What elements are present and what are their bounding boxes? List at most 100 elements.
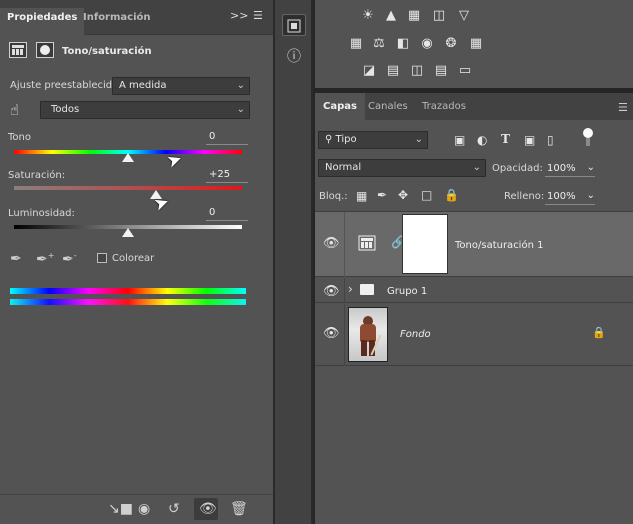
layer-row-hue-saturation[interactable]: 👁 🔗 Tono/saturación 1	[315, 212, 633, 277]
lock-all-icon[interactable]: 🔒	[444, 188, 459, 202]
fill-value: 100%	[547, 191, 576, 202]
blend-mode-dropdown[interactable]: Normal ⌄	[318, 159, 486, 177]
posterize-icon[interactable]: ▤	[385, 64, 401, 78]
lightness-value-field[interactable]: 0	[206, 207, 248, 221]
saturation-label: Saturación:	[8, 170, 66, 181]
panel-dock-strip: ⓘ	[273, 0, 313, 524]
lock-transparent-pixels-icon[interactable]: ▦	[356, 189, 367, 203]
lock-label: Bloq.:	[319, 191, 348, 202]
gradient-map-icon[interactable]: ▭	[457, 64, 473, 78]
threshold-icon[interactable]: ◫	[409, 64, 425, 78]
view-previous-state-icon[interactable]: ◉	[138, 501, 150, 517]
preset-dropdown[interactable]: A medida ⌄	[112, 77, 250, 95]
hue-label: Tono	[8, 132, 31, 143]
folder-icon	[360, 284, 374, 295]
layer-thumbnail[interactable]	[348, 307, 388, 362]
blend-mode-value: Normal	[325, 162, 362, 173]
layer-row-group[interactable]: 👁 › Grupo 1	[315, 278, 633, 303]
panel-menu-icon[interactable]: ☰	[253, 9, 263, 22]
tab-layers[interactable]: Capas	[315, 93, 365, 120]
filter-shape-icon[interactable]: ▣	[524, 133, 535, 147]
lightness-slider-handle[interactable]	[122, 228, 134, 237]
targeted-adjustment-hand-icon[interactable]: ☝	[10, 101, 19, 119]
clip-to-layer-icon[interactable]: ↘■	[108, 501, 133, 517]
exposure-icon[interactable]: ◫	[431, 9, 447, 23]
output-color-bar	[10, 299, 246, 305]
lightness-label: Luminosidad:	[8, 208, 75, 219]
properties-dock-icon[interactable]	[282, 14, 306, 36]
black-white-icon[interactable]: ◧	[395, 37, 411, 51]
layer-name[interactable]: Tono/saturación 1	[455, 240, 543, 251]
eye-icon[interactable]: 👁	[199, 501, 217, 517]
colorize-checkbox[interactable]	[97, 253, 107, 263]
layers-menu-icon[interactable]: ☰	[618, 101, 628, 114]
channel-mixer-icon[interactable]: ❂	[443, 37, 459, 51]
layer-name[interactable]: Grupo 1	[387, 286, 427, 297]
chevron-down-icon: ⌄	[236, 80, 245, 91]
levels-icon[interactable]: ▲	[383, 9, 399, 23]
tab-paths[interactable]: Trazados	[414, 93, 474, 120]
color-balance-icon[interactable]: ⚖	[371, 37, 387, 51]
layer-name[interactable]: Fondo	[400, 329, 431, 340]
chevron-down-icon: ⌄	[414, 134, 423, 145]
hue-saturation-icon[interactable]: ▦	[348, 37, 364, 51]
fill-field[interactable]: 100% ⌄	[545, 188, 595, 205]
color-lookup-icon[interactable]: ▦	[468, 37, 484, 51]
selective-color-icon[interactable]: ▤	[433, 64, 449, 78]
trash-icon[interactable]: 🗑	[230, 501, 248, 517]
eye-icon[interactable]: 👁	[323, 236, 340, 251]
filter-adjustment-icon[interactable]: ◐	[477, 133, 487, 147]
eyedropper-add-icon[interactable]: ✒+	[36, 251, 54, 268]
chevron-down-icon: ⌄	[472, 162, 481, 173]
adjustment-layer-icon[interactable]	[9, 42, 27, 58]
filter-type-icon[interactable]: T	[501, 132, 510, 146]
tab-information[interactable]: Información	[76, 8, 158, 35]
lock-image-pixels-icon[interactable]: ✒	[377, 188, 387, 202]
chevron-down-icon: ⌄	[586, 190, 595, 201]
hue-slider-handle[interactable]	[122, 153, 134, 162]
reset-icon[interactable]: ↺	[168, 501, 180, 517]
chevron-down-icon: ⌄	[236, 104, 245, 115]
adjustments-panel: ☀ ▲ ▦ ◫ ▽ ▦ ⚖ ◧ ◉ ❂ ▦ ◪ ▤ ◫ ▤ ▭	[315, 0, 633, 88]
divider	[344, 278, 345, 303]
layers-tab-bar: Capas Canales Trazados ☰	[315, 93, 633, 120]
filter-toggle-icon[interactable]	[583, 128, 593, 138]
layer-filter-dropdown[interactable]: ⚲ Tipo ⌄	[318, 131, 428, 149]
tab-properties[interactable]: Propiedades	[0, 8, 85, 35]
search-icon: ⚲	[325, 134, 333, 145]
eyedropper-subtract-icon[interactable]: ✒-	[62, 251, 77, 268]
channel-value: Todos	[51, 104, 80, 115]
divider	[344, 212, 345, 277]
vibrance-icon[interactable]: ▽	[456, 9, 472, 23]
filter-pixel-icon[interactable]: ▣	[454, 133, 465, 147]
properties-tab-bar: Propiedades Información >> ☰	[0, 0, 273, 35]
colorize-label: Colorear	[112, 253, 155, 264]
saturation-slider-track[interactable]	[14, 186, 242, 190]
layer-mask-icon[interactable]	[36, 42, 54, 58]
collapse-panel-icon[interactable]: >>	[230, 9, 248, 22]
brightness-contrast-icon[interactable]: ☀	[360, 9, 376, 23]
eye-icon[interactable]: 👁	[323, 284, 340, 299]
curves-icon[interactable]: ▦	[406, 9, 422, 23]
prevent-autonest-icon[interactable]: □	[421, 188, 432, 202]
channel-dropdown[interactable]: Todos ⌄	[40, 101, 250, 119]
opacity-field[interactable]: 100% ⌄	[545, 160, 595, 177]
preset-value: A medida	[119, 80, 167, 91]
layer-mask-thumbnail[interactable]	[402, 214, 448, 274]
filter-smart-object-icon[interactable]: ▯	[547, 133, 554, 147]
invert-icon[interactable]: ◪	[361, 64, 377, 78]
properties-panel: Propiedades Información >> ☰ Tono/satura…	[0, 0, 273, 524]
photo-filter-icon[interactable]: ◉	[419, 37, 435, 51]
fill-label: Relleno:	[504, 191, 545, 202]
divider	[344, 304, 345, 366]
opacity-value: 100%	[547, 163, 576, 174]
layer-row-background[interactable]: 👁 Fondo 🔒	[315, 304, 633, 366]
hue-value-field[interactable]: 0	[206, 131, 248, 145]
chevron-right-icon[interactable]: ›	[348, 282, 353, 296]
lock-position-icon[interactable]: ✥	[398, 188, 408, 202]
tab-channels[interactable]: Canales	[360, 93, 416, 120]
eye-icon[interactable]: 👁	[323, 326, 340, 341]
saturation-value-field[interactable]: +25	[206, 169, 248, 183]
info-circle-icon[interactable]: ⓘ	[282, 46, 306, 68]
eyedropper-icon[interactable]: ✒	[10, 251, 22, 267]
